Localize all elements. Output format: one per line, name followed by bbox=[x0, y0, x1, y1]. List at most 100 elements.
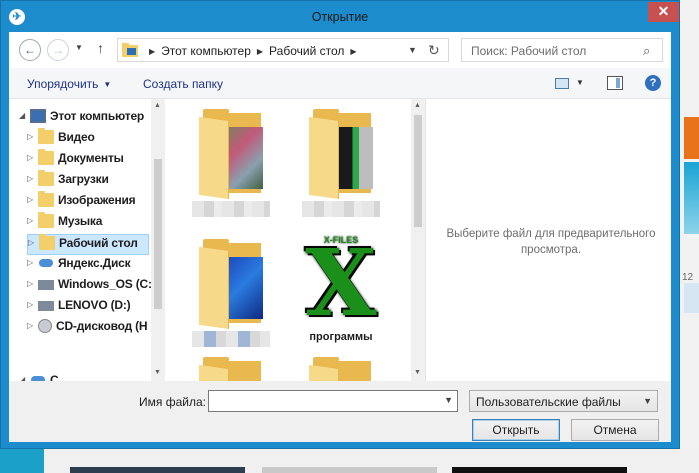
drive-icon bbox=[38, 279, 54, 290]
file-item[interactable] bbox=[183, 109, 279, 217]
tree-item-label: С bbox=[50, 372, 59, 381]
file-item[interactable] bbox=[293, 109, 389, 217]
collapsed-arrow-icon[interactable]: ▷ bbox=[28, 238, 37, 247]
video-folder-icon bbox=[38, 127, 54, 144]
arrow-right-icon: → bbox=[52, 43, 64, 57]
open-button[interactable]: Открыть bbox=[472, 419, 560, 441]
tree-item-yandex-disk[interactable]: ▷ Яндекс.Диск bbox=[27, 255, 149, 276]
collapsed-arrow-icon[interactable]: ▷ bbox=[27, 258, 36, 267]
file-item[interactable]: X X-FILES программы bbox=[293, 235, 389, 343]
navigation-bar: ← → ▼ ↑ ▶ Этот компьютер ▶ Рабочий стол ▶ ▼ … bbox=[9, 32, 671, 68]
preview-pane-toggle-icon[interactable] bbox=[607, 76, 623, 90]
collapsed-arrow-icon[interactable]: ▷ bbox=[27, 216, 36, 225]
file-list-scrollbar[interactable]: ▲ ▼ bbox=[411, 99, 425, 381]
file-name-input[interactable]: ▼ bbox=[208, 390, 458, 412]
address-dropdown[interactable]: ▼ bbox=[408, 45, 417, 55]
tree-item-downloads[interactable]: ▷ Загрузки bbox=[27, 169, 149, 192]
breadcrumb-item[interactable]: Рабочий стол bbox=[269, 44, 344, 58]
collapsed-arrow-icon[interactable]: ▷ bbox=[27, 132, 36, 141]
title-bar[interactable]: ✈ Открытие ✕ bbox=[1, 1, 679, 32]
file-item[interactable] bbox=[293, 357, 389, 381]
file-name-area: Имя файла: ▼ Пользовательские файлы ▼ От… bbox=[9, 381, 671, 442]
preview-message: Выберите файл для предварительного просм… bbox=[446, 228, 656, 256]
tree-item-label: Яндекс.Диск bbox=[58, 255, 131, 270]
collapsed-arrow-icon[interactable]: ▷ bbox=[27, 153, 36, 162]
breadcrumb-separator[interactable]: ▶ bbox=[350, 47, 356, 56]
navigation-pane: ◢ Этот компьютер ▷ Видео ▷ Документы ▷ Загру… bbox=[9, 99, 151, 381]
change-view-icon[interactable] bbox=[555, 78, 569, 89]
navigation-pane-scrollbar[interactable]: ▲ ▼ bbox=[151, 99, 165, 381]
window-title: Открытие bbox=[311, 10, 369, 24]
breadcrumb-separator[interactable]: ▶ bbox=[257, 47, 263, 56]
tree-item-label: Рабочий стол bbox=[59, 235, 138, 250]
desktop-folder-icon bbox=[39, 233, 55, 250]
tree-item-cd-drive[interactable]: ▷ CD-дисковод (H bbox=[27, 318, 149, 339]
collapsed-arrow-icon[interactable]: ▷ bbox=[27, 279, 36, 288]
preview-pane: Выберите файл для предварительного просм… bbox=[425, 99, 671, 381]
computer-icon bbox=[30, 108, 46, 123]
network-icon bbox=[30, 373, 46, 381]
view-options-dropdown[interactable]: ▼ bbox=[576, 78, 584, 87]
close-button[interactable]: ✕ bbox=[648, 2, 679, 22]
organize-button[interactable]: Упорядочить ▼ bbox=[27, 77, 111, 91]
up-button[interactable]: ↑ bbox=[97, 40, 104, 56]
help-icon[interactable]: ? bbox=[645, 75, 661, 91]
collapsed-arrow-icon[interactable]: ▷ bbox=[27, 321, 36, 330]
file-list: X X-FILES программы bbox=[165, 99, 411, 381]
refresh-button[interactable]: ↻ bbox=[428, 42, 440, 59]
search-input[interactable]: Поиск: Рабочий стол ⌕ bbox=[461, 38, 663, 62]
scrollbar-thumb[interactable] bbox=[414, 115, 422, 227]
refresh-icon: ↻ bbox=[428, 42, 440, 58]
address-bar[interactable]: ▶ Этот компьютер ▶ Рабочий стол ▶ ▼ ↻ bbox=[117, 38, 449, 62]
collapsed-arrow-icon[interactable]: ▷ bbox=[27, 300, 36, 309]
music-folder-icon bbox=[38, 211, 54, 228]
tree-item-desktop[interactable]: ▷ Рабочий стол bbox=[27, 233, 149, 255]
file-type-select[interactable]: Пользовательские файлы ▼ bbox=[469, 390, 658, 412]
chevron-down-icon[interactable]: ▼ bbox=[444, 395, 453, 405]
open-file-dialog: ✈ Открытие ✕ ← → ▼ ↑ ▶ Этот компьютер ▶ Раб… bbox=[0, 0, 680, 449]
search-placeholder: Поиск: Рабочий стол bbox=[471, 44, 587, 58]
tree-item-music[interactable]: ▷ Музыка bbox=[27, 211, 149, 234]
search-icon: ⌕ bbox=[643, 43, 651, 58]
caret-down-icon: ▼ bbox=[103, 80, 112, 89]
back-button[interactable]: ← bbox=[19, 39, 41, 61]
forward-button[interactable]: → bbox=[47, 39, 69, 61]
background-app-bottom bbox=[0, 449, 699, 473]
cd-drive-icon bbox=[38, 318, 52, 333]
background-tile bbox=[684, 162, 699, 234]
dark-folder-icon bbox=[307, 109, 375, 200]
tree-item-drive-c[interactable]: ▷ Windows_OS (C: bbox=[27, 276, 151, 297]
collapsed-arrow-icon[interactable]: ▷ bbox=[27, 174, 36, 183]
background-thumbnail bbox=[262, 467, 437, 473]
arrow-up-icon: ↑ bbox=[97, 40, 104, 56]
file-label-blurred bbox=[192, 331, 270, 347]
expanded-arrow-icon[interactable]: ◢ bbox=[19, 111, 28, 120]
downloads-folder-icon bbox=[38, 169, 54, 186]
tree-item-documents[interactable]: ▷ Документы bbox=[27, 148, 149, 171]
close-icon: ✕ bbox=[657, 3, 670, 19]
scrollbar-thumb[interactable] bbox=[154, 159, 162, 309]
collapsed-arrow-icon[interactable]: ▷ bbox=[27, 195, 36, 204]
photo-folder-icon bbox=[197, 109, 265, 200]
tree-item-this-pc[interactable]: ◢ Этот компьютер bbox=[19, 108, 144, 129]
new-folder-button[interactable]: Создать папку bbox=[143, 77, 223, 91]
tree-item-video[interactable]: ▷ Видео bbox=[27, 127, 149, 150]
recent-locations-dropdown[interactable]: ▼ bbox=[75, 43, 83, 52]
tree-item-label: Windows_OS (C: bbox=[58, 276, 151, 291]
scroll-up-icon[interactable]: ▲ bbox=[414, 102, 421, 109]
scroll-down-icon[interactable]: ▼ bbox=[414, 369, 421, 376]
breadcrumb-separator[interactable]: ▶ bbox=[149, 47, 155, 56]
tree-item-network[interactable]: ◢ С bbox=[19, 372, 59, 381]
tree-item-drive-d[interactable]: ▷ LENOVO (D:) bbox=[27, 297, 149, 318]
file-item[interactable] bbox=[183, 357, 279, 381]
scroll-down-icon[interactable]: ▼ bbox=[154, 369, 161, 376]
cancel-button[interactable]: Отмена bbox=[571, 419, 659, 441]
background-number: 12 bbox=[682, 272, 694, 283]
breadcrumb-item[interactable]: Этот компьютер bbox=[161, 44, 251, 58]
file-item[interactable] bbox=[183, 239, 279, 347]
desktop-folder-icon bbox=[122, 43, 138, 57]
background-thumbnail bbox=[452, 467, 627, 473]
dialog-client: ← → ▼ ↑ ▶ Этот компьютер ▶ Рабочий стол ▶ ▼ … bbox=[9, 32, 671, 442]
scroll-up-icon[interactable]: ▲ bbox=[154, 102, 161, 109]
tree-item-pictures[interactable]: ▷ Изображения bbox=[27, 190, 149, 213]
